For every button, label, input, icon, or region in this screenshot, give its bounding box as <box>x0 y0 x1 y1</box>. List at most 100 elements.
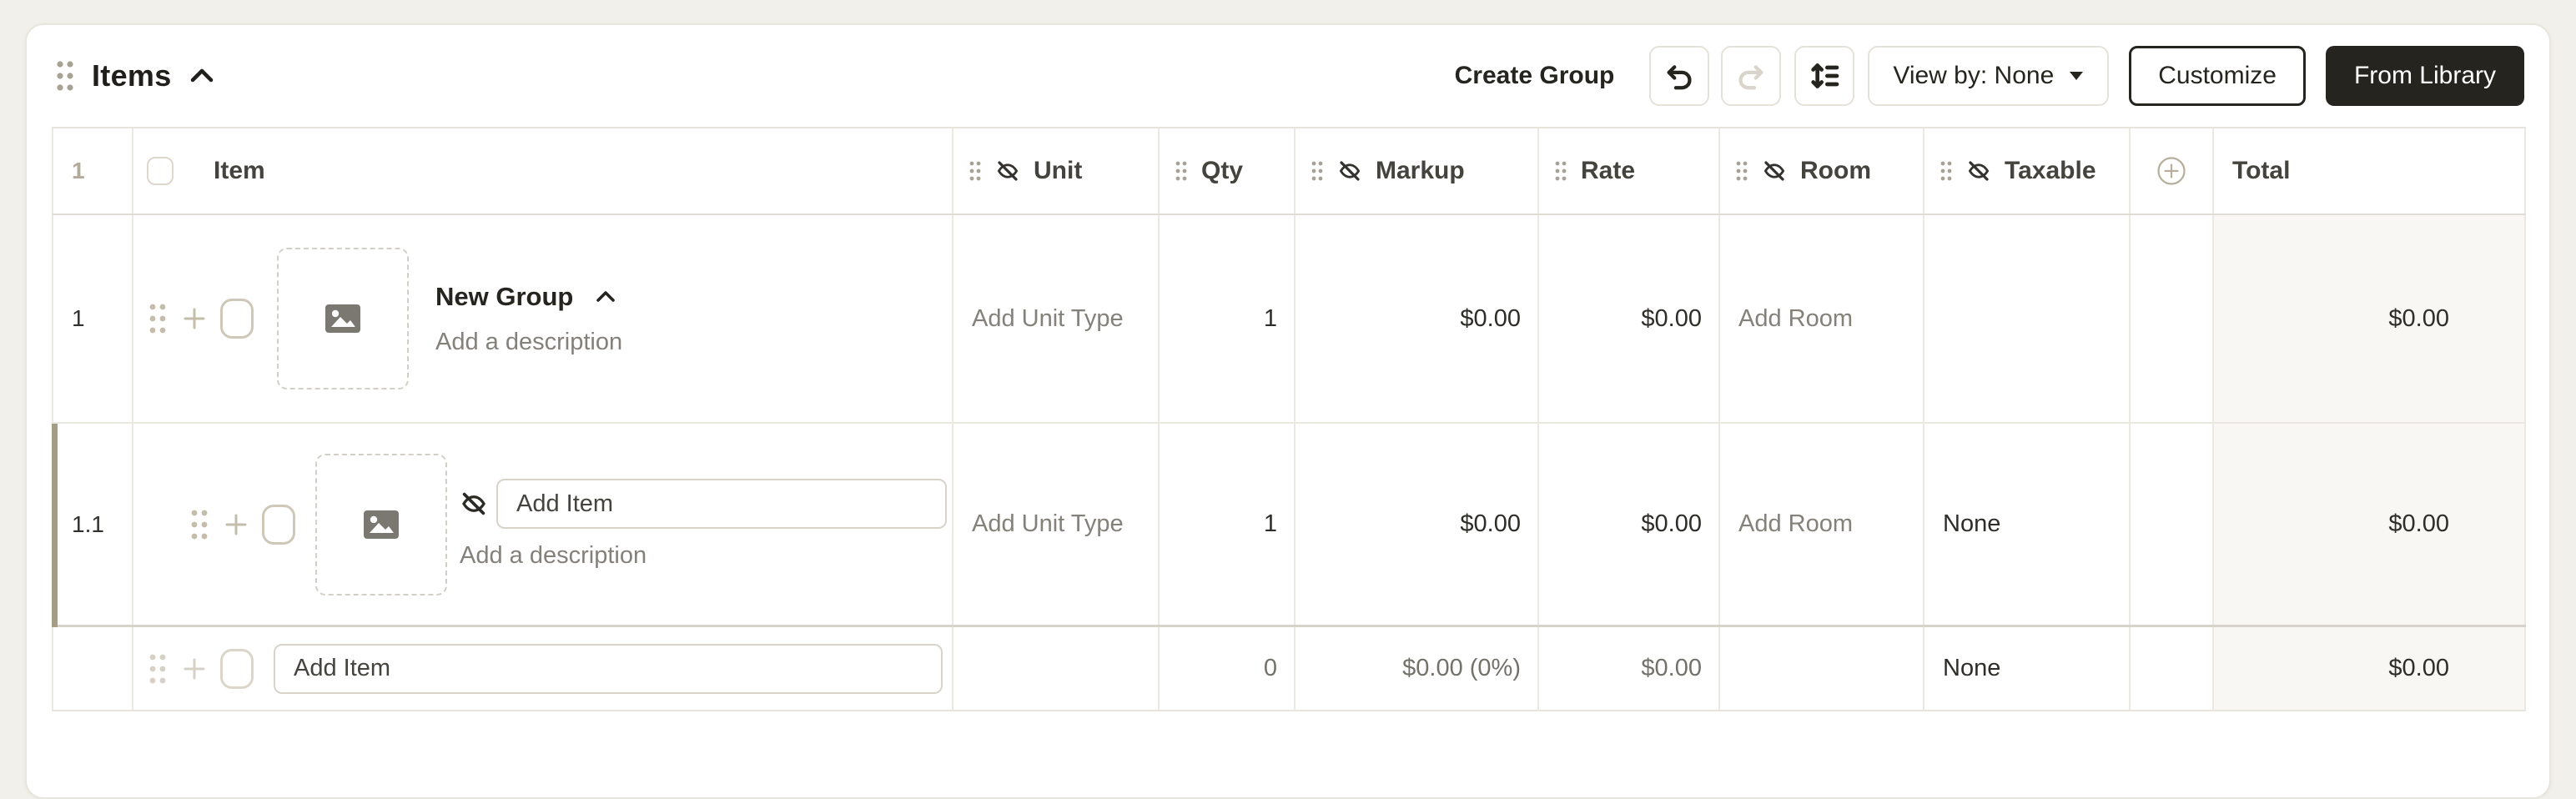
column-drag-handle-icon[interactable] <box>1940 160 1953 182</box>
group-extra-cell <box>2131 215 2214 422</box>
row-number: 1.1 <box>52 424 133 625</box>
column-label-unit: Unit <box>1034 157 1083 184</box>
header-add-column <box>2131 128 2214 214</box>
row-number: 1 <box>52 215 133 422</box>
header-taxable: Taxable <box>1924 128 2131 214</box>
new-unit-cell[interactable] <box>953 627 1160 710</box>
row-checkbox[interactable] <box>262 504 295 545</box>
eye-off-icon[interactable] <box>1966 158 1991 183</box>
group-rate-cell[interactable]: $0.00 <box>1539 215 1720 422</box>
header-qty: Qty <box>1160 128 1296 214</box>
eye-off-icon[interactable] <box>1762 158 1787 183</box>
row-drag-handle-icon[interactable] <box>189 507 210 542</box>
sub-room-cell[interactable]: Add Room <box>1720 424 1924 625</box>
row-drag-handle-icon[interactable] <box>147 301 169 336</box>
row-height-button[interactable] <box>1794 46 1855 106</box>
redo-icon <box>1738 65 1763 90</box>
group-item-cell: New Group Add a description <box>133 215 953 422</box>
add-row-plus-icon[interactable] <box>182 656 207 681</box>
column-label-room: Room <box>1800 157 1871 184</box>
row-drag-handle-icon[interactable] <box>147 651 169 686</box>
sub-unit-cell[interactable]: Add Unit Type <box>953 424 1160 625</box>
item-description-placeholder[interactable]: Add a description <box>460 542 947 570</box>
sub-rate-cell[interactable]: $0.00 <box>1539 424 1720 625</box>
from-library-button[interactable]: From Library <box>2325 46 2524 106</box>
new-rate-cell[interactable]: $0.00 <box>1539 627 1720 710</box>
plus-circle-icon[interactable] <box>2156 156 2186 186</box>
items-table: 1 Item Unit Qty Markup Rate Room Taxable… <box>52 127 2526 711</box>
add-row-plus-icon[interactable] <box>182 306 207 331</box>
sub-qty-cell[interactable]: 1 <box>1160 424 1296 625</box>
column-drag-handle-icon[interactable] <box>1554 160 1567 182</box>
column-drag-handle-icon[interactable] <box>969 160 982 182</box>
redo-button[interactable] <box>1721 46 1782 106</box>
new-markup-cell[interactable]: $0.00 (0%) <box>1296 627 1539 710</box>
group-markup-cell[interactable]: $0.00 <box>1296 215 1539 422</box>
item-name-input[interactable] <box>496 479 947 529</box>
eye-off-icon[interactable] <box>995 158 1020 183</box>
column-label-qty: Qty <box>1201 157 1244 184</box>
table-row-sub-item: 1.1 Add Item Add a description Add Unit … <box>52 424 2526 627</box>
row-checkbox[interactable] <box>220 299 254 339</box>
chevron-up-icon <box>596 290 616 302</box>
group-unit-cell[interactable]: Add Unit Type <box>953 215 1160 422</box>
photo-icon <box>325 304 360 333</box>
eye-off-icon[interactable] <box>1337 158 1362 183</box>
row-height-icon <box>1811 63 1839 88</box>
column-drag-handle-icon[interactable] <box>1735 160 1748 182</box>
items-header-bar: Items Create Group View by: None Customi… <box>27 25 2549 127</box>
undo-icon <box>1667 65 1692 90</box>
new-qty-cell[interactable]: 0 <box>1160 627 1296 710</box>
column-drag-handle-icon[interactable] <box>1175 160 1188 182</box>
collapse-section-chevron-up-icon[interactable] <box>189 67 215 85</box>
sub-total-cell: $0.00 <box>2214 424 2526 625</box>
header-room: Room <box>1720 128 1924 214</box>
column-label-rate: Rate <box>1581 157 1636 184</box>
page-title: Items <box>92 58 172 93</box>
new-total-cell: $0.00 <box>2214 627 2526 710</box>
column-drag-handle-icon[interactable] <box>1311 160 1324 182</box>
photo-icon <box>364 510 399 539</box>
table-row-add-item: 0 $0.00 (0%) $0.00 None $0.00 <box>52 627 2526 711</box>
new-room-cell[interactable] <box>1720 627 1924 710</box>
row-number-empty <box>52 627 133 710</box>
new-item-input[interactable] <box>274 643 943 694</box>
header-markup: Markup <box>1296 128 1539 214</box>
header-total: Total <box>2214 128 2526 214</box>
create-group-button[interactable]: Create Group <box>1455 62 1615 90</box>
column-label-markup: Markup <box>1376 157 1465 184</box>
sub-taxable-cell[interactable]: None <box>1924 424 2131 625</box>
header-row-number: 1 <box>52 128 133 214</box>
table-header-row: 1 Item Unit Qty Markup Rate Room Taxable… <box>52 127 2526 215</box>
add-item-cell <box>133 627 953 710</box>
view-by-dropdown[interactable]: View by: None <box>1868 46 2110 106</box>
customize-button[interactable]: Customize <box>2129 46 2306 106</box>
group-taxable-cell[interactable] <box>1924 215 2131 422</box>
sub-markup-cell[interactable]: $0.00 <box>1296 424 1539 625</box>
section-drag-handle-icon[interactable] <box>53 58 77 93</box>
add-row-plus-icon[interactable] <box>224 512 249 537</box>
group-qty-cell[interactable]: 1 <box>1160 215 1296 422</box>
group-description-placeholder[interactable]: Add a description <box>435 329 622 356</box>
caret-down-icon <box>2070 72 2084 80</box>
header-item: Item <box>133 128 953 214</box>
row-checkbox[interactable] <box>220 648 254 689</box>
group-name: New Group <box>435 281 574 311</box>
sub-item-cell: Add a description <box>133 424 953 625</box>
header-unit: Unit <box>953 128 1160 214</box>
column-label-item: Item <box>214 157 265 184</box>
column-label-taxable: Taxable <box>2005 157 2096 184</box>
eye-off-icon[interactable] <box>460 490 488 518</box>
column-label-total: Total <box>2232 157 2291 184</box>
select-all-checkbox[interactable] <box>147 157 174 185</box>
group-total-cell: $0.00 <box>2214 215 2526 422</box>
image-upload-placeholder[interactable] <box>277 248 409 389</box>
new-taxable-cell[interactable]: None <box>1924 627 2131 710</box>
table-row-group: 1 New Group Add a description Add Unit T… <box>52 215 2526 424</box>
sub-extra-cell <box>2131 424 2214 625</box>
image-upload-placeholder[interactable] <box>315 453 447 595</box>
group-room-cell[interactable]: Add Room <box>1720 215 1924 422</box>
group-name-toggle[interactable]: New Group <box>435 282 622 312</box>
view-by-label: View by: None <box>1893 62 2055 89</box>
undo-button[interactable] <box>1649 46 1710 106</box>
